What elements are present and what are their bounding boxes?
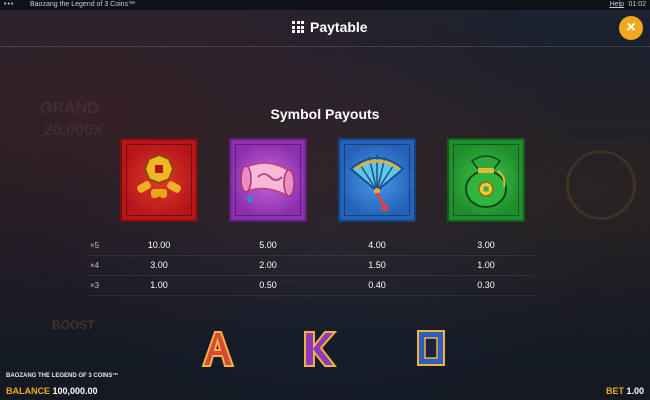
section-title: Symbol Payouts [270, 106, 380, 122]
close-button[interactable]: × [619, 16, 643, 40]
balance-display: BALANCE 100,000.00 [6, 386, 98, 396]
close-icon: × [626, 19, 636, 36]
paytable-header: Paytable [0, 14, 650, 44]
bg-grand-amount: 20,000X [44, 122, 104, 139]
payout-value: 2.00 [259, 260, 277, 270]
payout-row-5: ×5 10.00 5.00 4.00 3.00 [90, 240, 530, 254]
row-divider [88, 275, 535, 276]
symbol-fan [338, 138, 416, 222]
payout-row-3: ×3 1.00 0.50 0.40 0.30 [90, 280, 530, 294]
payout-value: 1.50 [368, 260, 386, 270]
letter-k-icon [304, 331, 337, 367]
row-divider [88, 255, 535, 256]
symbol-firecrackers [120, 138, 198, 222]
letter-q-icon [417, 330, 445, 366]
bet-display: BET 1.00 [606, 386, 644, 396]
paytable-title-group: Paytable [292, 19, 368, 35]
header-divider [0, 46, 650, 47]
footer-game-name: BAOZANG THE LEGEND OF 3 COINS™ [6, 373, 119, 379]
fan-icon [349, 155, 405, 211]
balance-value: 100,000.00 [52, 386, 98, 396]
payout-value: 10.00 [147, 240, 171, 250]
bet-value: 1.00 [626, 386, 644, 396]
payout-row-4: ×4 3.00 2.00 1.50 1.00 [90, 260, 530, 274]
page-title: Paytable [310, 19, 368, 35]
letter-a-icon [201, 331, 235, 367]
multiplier-label: ×5 [90, 241, 100, 250]
payout-value: 1.00 [477, 260, 495, 270]
payout-value: 3.00 [477, 240, 495, 250]
payout-value: 5.00 [259, 240, 277, 250]
multiplier-label: ×3 [90, 281, 100, 290]
bet-label: BET [605, 386, 624, 396]
menu-dots-icon[interactable]: ••• [4, 0, 14, 9]
symbol-scroll [229, 138, 307, 222]
payout-value: 1.00 [150, 280, 168, 290]
payout-value: 3.00 [150, 260, 168, 270]
bg-spin-button [566, 150, 636, 220]
browser-topbar: ••• Baozang the Legend of 3 Coins™ Help … [0, 0, 650, 10]
row-divider [88, 295, 535, 296]
symbol-money-bag [447, 138, 525, 222]
payout-value: 0.40 [368, 280, 386, 290]
grid-icon [292, 21, 304, 33]
payout-value: 0.30 [477, 280, 495, 290]
firecrackers-coin-icon [137, 153, 181, 210]
help-link[interactable]: Help [610, 1, 624, 8]
clock: 01:02 [628, 1, 646, 8]
bg-boost-label: BOOST [52, 318, 95, 332]
payout-value: 0.50 [259, 280, 277, 290]
scroll-icon [240, 161, 295, 202]
multiplier-label: ×4 [90, 261, 100, 270]
money-bag-icon [465, 155, 507, 208]
payout-value: 4.00 [368, 240, 386, 250]
balance-label: BALANCE [6, 386, 50, 396]
game-title: Baozang the Legend of 3 Coins™ [30, 1, 136, 8]
